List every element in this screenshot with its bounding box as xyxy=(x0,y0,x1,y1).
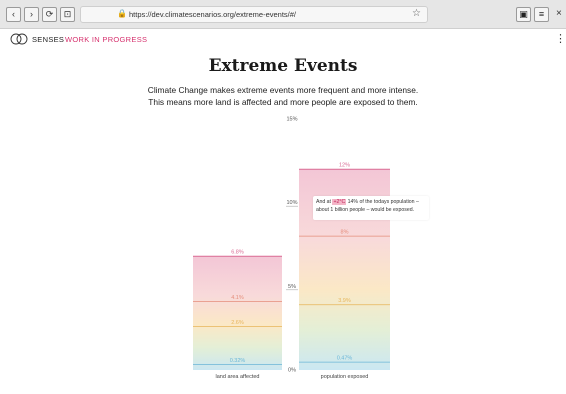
y-tick-label: 0% xyxy=(288,368,296,374)
level-label: 0.47% xyxy=(337,356,353,362)
level-label: 8% xyxy=(341,230,349,236)
level-label: 3.9% xyxy=(338,298,351,304)
level-label: 6.8% xyxy=(231,250,244,256)
exposure-tooltip: And at +2°C 14% of the todays population… xyxy=(313,196,429,220)
y-tick-label: 10% xyxy=(286,200,297,206)
tooltip-highlight: +2°C xyxy=(332,199,347,205)
bar-0 xyxy=(193,256,282,370)
extreme-events-chart: 0% 5% 10% 15% 6.8% 4.1% 2.6% 0.32% land area aff… xyxy=(193,117,390,380)
category-label: land area affected xyxy=(216,374,260,380)
y-tick-label: 5% xyxy=(288,284,296,290)
tooltip-line2: about 1 billion people – would be expose… xyxy=(316,206,415,213)
level-label: 2.6% xyxy=(231,320,244,326)
level-label: 12% xyxy=(339,163,350,169)
tooltip-text-after: 14% of the todays population – xyxy=(346,199,419,205)
category-label: population exposed xyxy=(321,374,369,380)
level-label: 0.32% xyxy=(230,358,246,364)
tooltip-text-before: And at xyxy=(316,199,333,205)
y-tick-label: 15% xyxy=(286,117,297,123)
level-label: 4.1% xyxy=(231,295,244,301)
